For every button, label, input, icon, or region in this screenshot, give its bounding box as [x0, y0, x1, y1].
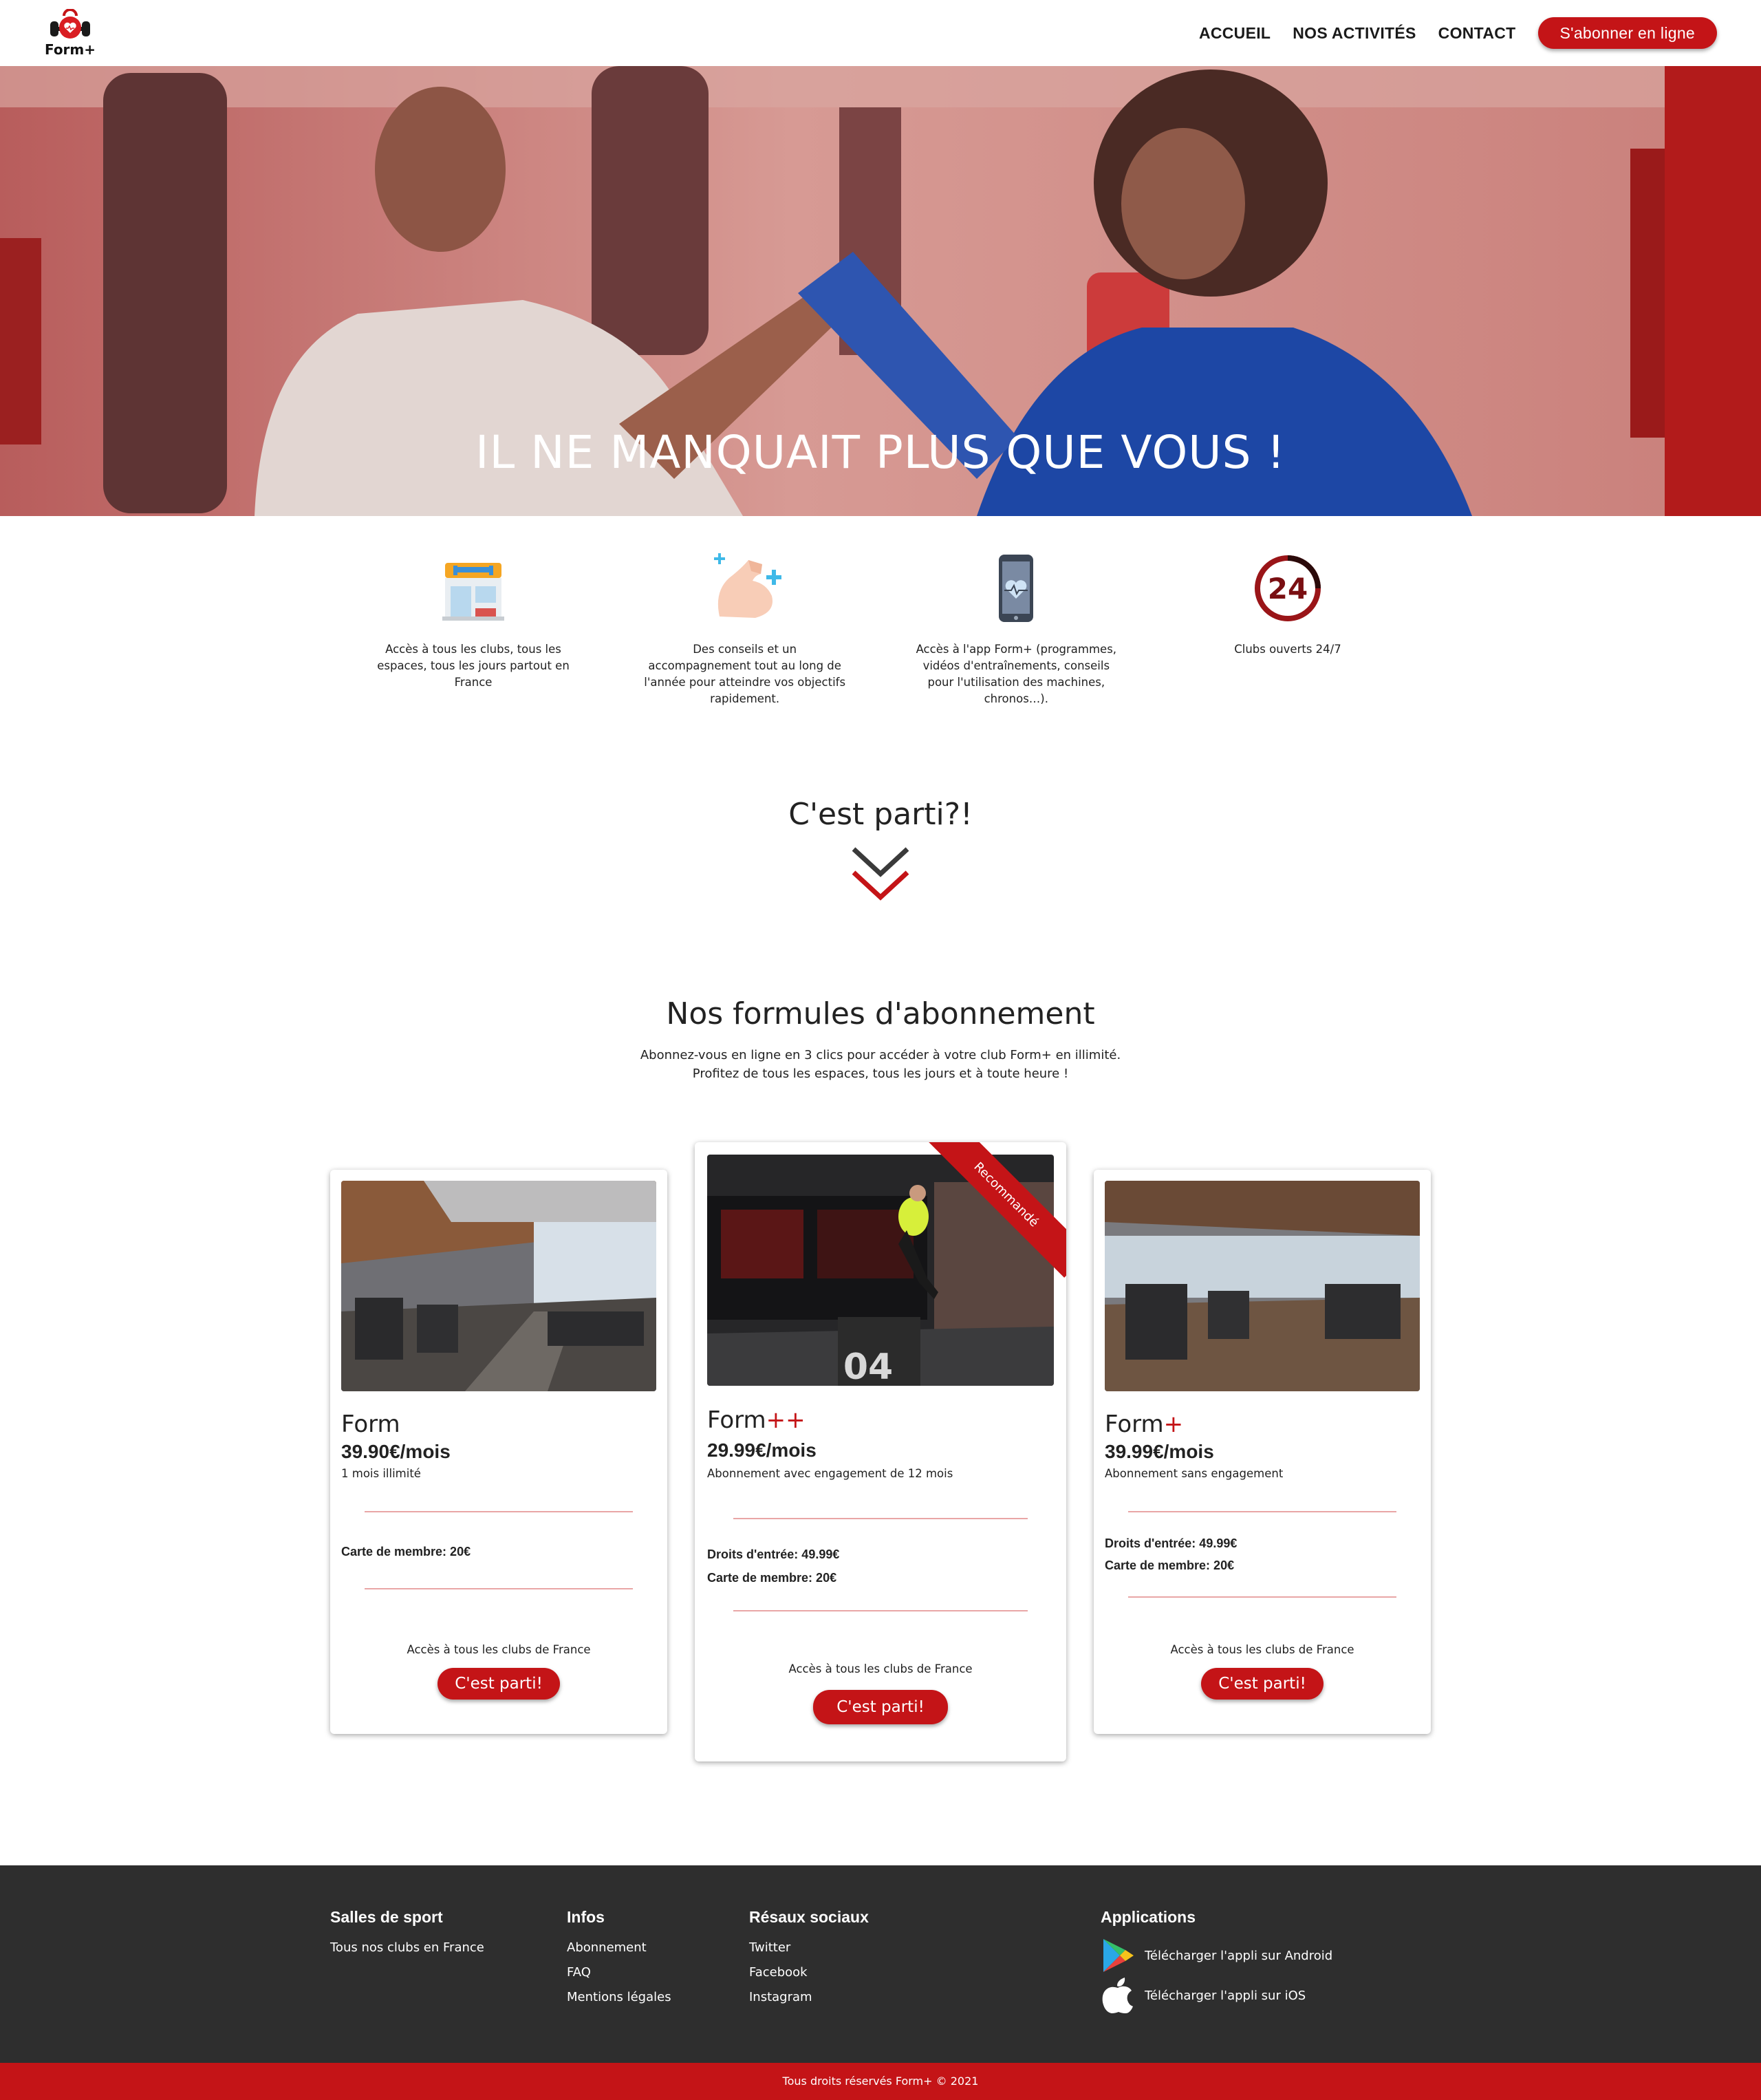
- plan-price: 39.99€/mois: [1105, 1441, 1214, 1462]
- divider: [1128, 1511, 1396, 1512]
- muscle-arm-icon: [713, 553, 781, 618]
- feature-text: Accès à l'app Form+ (programmes, vidéos …: [916, 643, 1117, 705]
- site-header: Form+ ACCUEIL NOS ACTIVITÉS CONTACT S'ab…: [0, 0, 1761, 66]
- formulas-title: Nos formules d'abonnement: [666, 996, 1095, 1031]
- plan-fee: Carte de membre: 20€: [707, 1571, 837, 1585]
- footer-link-facebook[interactable]: Facebook: [749, 1960, 869, 1985]
- plan-cta-button[interactable]: C'est parti!: [437, 1668, 560, 1700]
- divider: [365, 1511, 633, 1512]
- plan-access: Accès à tous les clubs de France: [1170, 1643, 1354, 1656]
- ios-app-link[interactable]: Télécharger l'appli sur iOS: [1101, 1975, 1332, 2015]
- plan-card-form-plus-plus: 04 Recommandé Form++ 29.99€/mois Abonnem…: [695, 1142, 1066, 1761]
- box-number: 04: [843, 1347, 893, 1386]
- smartphone-heart-icon: [999, 555, 1034, 622]
- footer-heading: Résaux sociaux: [749, 1908, 869, 1926]
- plan-description: Abonnement avec engagement de 12 mois: [707, 1467, 953, 1480]
- feature-item: Accès à l'app Form+ (programmes, vidéos …: [914, 550, 1118, 707]
- kettlebell-heart-logo-icon: [50, 9, 90, 39]
- footer-col-apps: Applications Télécharger l'appli sur And…: [1101, 1908, 1332, 2015]
- clock-24-icon: 24: [1254, 555, 1321, 621]
- footer-link[interactable]: Mentions légales: [567, 1985, 671, 2010]
- gym-building-icon: [442, 563, 504, 621]
- feature-text: Clubs ouverts 24/7: [1234, 643, 1341, 656]
- plan-name: Form: [341, 1411, 400, 1438]
- footer-heading: Infos: [567, 1908, 605, 1926]
- hero-title: IL NE MANQUAIT PLUS QUE VOUS !: [475, 426, 1286, 479]
- plan-card-form: Form 39.90€/mois 1 mois illimité Carte d…: [330, 1170, 667, 1734]
- footer-col-social: Résaux sociaux Twitter Facebook Instagra…: [749, 1908, 869, 2010]
- plan-name: Form++: [707, 1406, 806, 1434]
- footer-link[interactable]: FAQ: [567, 1960, 671, 1985]
- plan-fee: Droits d'entrée: 49.99€: [1105, 1536, 1238, 1550]
- footer-col-infos: Infos Abonnement FAQ Mentions légales: [567, 1908, 671, 2010]
- android-app-link[interactable]: Télécharger l'appli sur Android: [1101, 1936, 1332, 1975]
- footer-col-gyms: Salles de sport Tous nos clubs en France: [330, 1908, 484, 1960]
- site-footer: Salles de sport Tous nos clubs en France…: [0, 1865, 1761, 2063]
- plan-price: 29.99€/mois: [707, 1439, 817, 1461]
- plan-fee: Carte de membre: 20€: [1105, 1558, 1235, 1572]
- go-title: C'est parti?!: [788, 797, 973, 832]
- footer-heading: Salles de sport: [330, 1908, 443, 1926]
- feature-item: Accès à tous les clubs, tous les espaces…: [371, 550, 575, 707]
- formulas-subtitle-line: Profitez de tous les espaces, tous les j…: [692, 1067, 1069, 1081]
- plan-description: 1 mois illimité: [341, 1467, 421, 1480]
- plan-cta-button[interactable]: C'est parti!: [813, 1690, 948, 1724]
- plan-fee: Carte de membre: 20€: [341, 1545, 471, 1558]
- svg-text:24: 24: [1268, 572, 1308, 606]
- nav-activites[interactable]: NOS ACTIVITÉS: [1287, 24, 1421, 43]
- subscribe-online-button[interactable]: S'abonner en ligne: [1537, 17, 1717, 49]
- divider: [1128, 1596, 1396, 1598]
- copyright-bar: Tous droits réservés Form+ © 2021: [0, 2063, 1761, 2100]
- footer-link-twitter[interactable]: Twitter: [749, 1936, 869, 1960]
- feature-item: Des conseils et un accompagnement tout a…: [643, 550, 847, 707]
- hero-banner: IL NE MANQUAIT PLUS QUE VOUS !: [0, 66, 1761, 516]
- feature-item: 24 Clubs ouverts 24/7: [1186, 550, 1390, 707]
- footer-link-instagram[interactable]: Instagram: [749, 1985, 869, 2010]
- divider: [733, 1518, 1028, 1519]
- plan-access: Accès à tous les clubs de France: [788, 1662, 973, 1675]
- divider: [733, 1610, 1028, 1611]
- nav-accueil[interactable]: ACCUEIL: [1193, 24, 1276, 43]
- footer-link[interactable]: Tous nos clubs en France: [330, 1936, 484, 1960]
- brand-logo[interactable]: Form+: [44, 9, 96, 57]
- feature-text: Des conseils et un accompagnement tout a…: [644, 643, 846, 705]
- plan-description: Abonnement sans engagement: [1105, 1467, 1284, 1480]
- gym-photo: [1105, 1181, 1420, 1391]
- google-play-icon: [1103, 1939, 1134, 1972]
- features-row: Accès à tous les clubs, tous les espaces…: [371, 550, 1390, 707]
- footer-heading: Applications: [1101, 1908, 1196, 1926]
- feature-text: Accès à tous les clubs, tous les espaces…: [377, 643, 570, 689]
- plan-card-form-plus: Form+ 39.99€/mois Abonnement sans engage…: [1094, 1170, 1431, 1734]
- brand-name: Form+: [44, 41, 96, 58]
- plan-cta-button[interactable]: C'est parti!: [1201, 1668, 1324, 1700]
- footer-link[interactable]: Abonnement: [567, 1936, 671, 1960]
- nav-contact[interactable]: CONTACT: [1433, 24, 1522, 43]
- formulas-subtitle: Abonnez-vous en ligne en 3 clics pour ac…: [0, 1046, 1761, 1083]
- main-nav: ACCUEIL NOS ACTIVITÉS CONTACT S'abonner …: [1193, 17, 1717, 49]
- formulas-subtitle-line: Abonnez-vous en ligne en 3 clics pour ac…: [640, 1048, 1121, 1062]
- ios-app-label: Télécharger l'appli sur iOS: [1145, 1988, 1306, 2003]
- plan-fee: Droits d'entrée: 49.99€: [707, 1547, 840, 1561]
- plan-name-suffix: +: [1163, 1411, 1184, 1438]
- plan-price: 39.90€/mois: [341, 1441, 451, 1462]
- plan-name-suffix: ++: [766, 1406, 806, 1434]
- gym-photo: [341, 1181, 656, 1391]
- divider: [365, 1588, 633, 1589]
- android-app-label: Télécharger l'appli sur Android: [1145, 1948, 1333, 1963]
- plan-access: Accès à tous les clubs de France: [407, 1643, 591, 1656]
- chevron-down-icon[interactable]: [851, 846, 910, 901]
- plan-name: Form+: [1105, 1411, 1184, 1438]
- apple-icon: [1102, 1978, 1133, 2013]
